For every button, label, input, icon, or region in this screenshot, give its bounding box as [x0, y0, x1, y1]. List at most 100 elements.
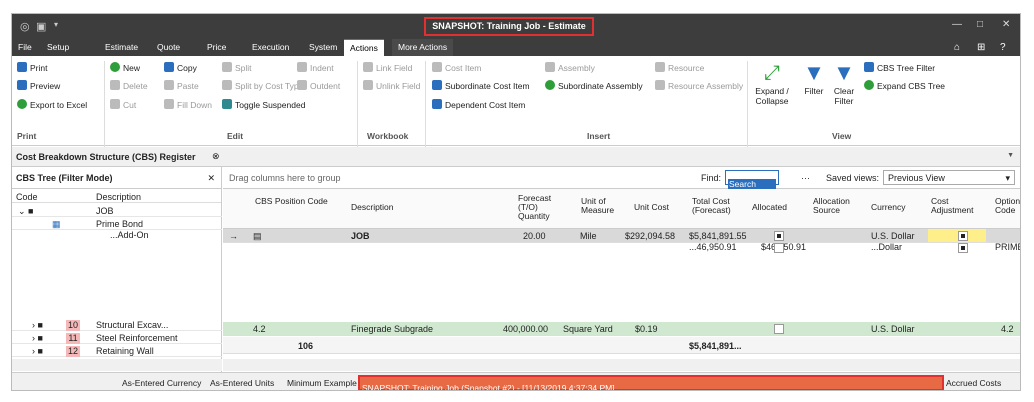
unlink-field-button[interactable]: Unlink Field [363, 80, 420, 91]
cost-adjustment-checkbox[interactable] [958, 243, 968, 253]
cell-description[interactable]: Finegrade Subgrade [351, 324, 433, 334]
tree-row[interactable]: ▦ Prime Bond [12, 217, 222, 230]
layout-icon[interactable]: ⊞ [977, 42, 985, 53]
expand-icon[interactable]: ⌄ ■ [18, 206, 33, 217]
col-unit-of-measure[interactable]: Unit of Measure [581, 197, 621, 215]
new-button[interactable]: New [110, 62, 140, 73]
col-allocated[interactable]: Allocated [752, 203, 787, 212]
filter-button[interactable]: ▼ Filter [800, 60, 828, 96]
print-button[interactable]: Print [17, 62, 47, 73]
maximize-button[interactable]: □ [977, 19, 983, 30]
expand-collapse-button[interactable]: ⤢ Expand / Collapse [750, 60, 794, 106]
col-forecast-qty[interactable]: Forecast (T/O) Quantity [518, 194, 558, 221]
status-example[interactable]: Minimum Example [287, 378, 357, 388]
menu-more-actions[interactable]: More Actions [392, 39, 454, 56]
search-options-icon[interactable]: ··· [801, 173, 810, 183]
tree-row[interactable]: › ■ 11 Steel Reinforcement [12, 331, 222, 344]
close-tab-icon[interactable]: ⊗ [212, 151, 220, 162]
cell-currency[interactable]: ...Dollar [871, 242, 902, 252]
cell-description[interactable]: JOB [351, 231, 370, 241]
paste-button[interactable]: Paste [164, 80, 199, 91]
col-optional-code[interactable]: Optional Code [995, 197, 1020, 215]
cell-optional-code[interactable]: 4.2 [1001, 324, 1014, 334]
cell-quantity[interactable]: 400,000.00 [503, 324, 548, 334]
cut-button[interactable]: Cut [110, 99, 136, 110]
expand-icon[interactable]: › ■ [32, 320, 43, 330]
cell-currency[interactable]: U.S. Dollar [871, 231, 915, 241]
tree-row[interactable]: › ■ 12 Retaining Wall [12, 344, 222, 357]
saved-views-select[interactable]: Previous View ▾ [883, 170, 1015, 185]
tree-hscrollbar[interactable] [12, 359, 222, 371]
grid-hscrollbar[interactable] [223, 359, 1020, 371]
search-input[interactable]: Search For... [725, 170, 779, 199]
expand-cbs-tree-button[interactable]: Expand CBS Tree [864, 80, 945, 91]
subordinate-assembly-button[interactable]: Subordinate Assembly [545, 80, 643, 91]
cell-uom[interactable]: Square Yard [563, 324, 613, 334]
save-icon[interactable]: ▣ [36, 20, 46, 33]
allocated-checkbox[interactable] [774, 243, 784, 253]
col-cost-adjustment[interactable]: Cost Adjustment [931, 197, 976, 215]
cost-item-button[interactable]: Cost Item [432, 62, 481, 73]
col-allocation-source[interactable]: Allocation Source [813, 197, 858, 215]
expand-icon[interactable]: › ■ [32, 333, 43, 343]
cell-uom[interactable]: Mile [580, 231, 597, 241]
resource-assembly-button[interactable]: Resource Assembly [655, 80, 743, 91]
cell-optional-code[interactable]: PRIME [995, 242, 1020, 252]
col-unit-cost[interactable]: Unit Cost [634, 203, 669, 212]
table-row[interactable]: 4.2 Finegrade Subgrade 400,000.00 Square… [223, 322, 1020, 336]
col-currency[interactable]: Currency [871, 203, 905, 212]
help-icon[interactable]: ? [1000, 42, 1006, 53]
cell-unit-cost[interactable]: ...46,950.91 [689, 242, 737, 252]
delete-button[interactable]: Delete [110, 80, 148, 91]
cell-quantity[interactable]: 20.00 [523, 231, 546, 241]
close-tree-icon[interactable]: ✕ [207, 173, 215, 184]
tree-col-code[interactable]: Code [16, 192, 38, 202]
preview-button[interactable]: Preview [17, 80, 60, 91]
status-accrued[interactable]: Accrued Costs OFF [946, 378, 1020, 390]
menu-actions[interactable]: Actions [344, 39, 384, 56]
tree-row[interactable]: ⌄ ■ JOB [12, 204, 222, 217]
fill-down-button[interactable]: Fill Down [164, 99, 212, 110]
close-button[interactable]: ✕ [1002, 19, 1010, 30]
cell-total-cost[interactable]: $5,841,891.55 [689, 231, 747, 241]
col-cbs-position[interactable]: CBS Position Code [255, 197, 328, 206]
col-description[interactable]: Description [351, 203, 394, 212]
allocated-checkbox[interactable] [774, 324, 784, 334]
minimize-button[interactable]: — [952, 19, 962, 30]
bank-icon[interactable]: ⌂ [954, 42, 960, 53]
dependent-cost-item-button[interactable]: Dependent Cost Item [432, 99, 525, 110]
tree-row[interactable]: › ■ 10 Structural Excav... [12, 318, 222, 331]
link-field-button[interactable]: Link Field [363, 62, 412, 73]
outdent-button[interactable]: Outdent [297, 80, 340, 91]
status-currency[interactable]: As-Entered Currency [122, 378, 201, 388]
indent-button[interactable]: Indent [297, 62, 334, 73]
status-units[interactable]: As-Entered Units [210, 378, 274, 388]
col-total-cost[interactable]: Total Cost (Forecast) [692, 197, 737, 215]
copy-button[interactable]: Copy [164, 62, 197, 73]
resource-button[interactable]: Resource [655, 62, 704, 73]
export-excel-button[interactable]: Export to Excel [17, 99, 87, 110]
cost-adjustment-checkbox[interactable] [958, 231, 968, 241]
quick-access-dropdown-icon[interactable]: ▾ [54, 20, 58, 29]
menu-price[interactable]: Price [207, 42, 226, 52]
cell-currency[interactable]: U.S. Dollar [871, 324, 915, 334]
cell-cbs-code[interactable]: 4.2 [253, 324, 266, 334]
table-row[interactable]: ...46,950.91 $46,950.91 ...Dollar PRIME [223, 242, 1020, 253]
tree-col-description[interactable]: Description [96, 192, 141, 202]
menu-estimate[interactable]: Estimate [105, 42, 138, 52]
subordinate-cost-item-button[interactable]: Subordinate Cost Item [432, 80, 530, 91]
cost-adjustment-cell[interactable] [928, 229, 986, 242]
split-cost-type-button[interactable]: Split by Cost Type [222, 80, 303, 91]
cell-unit-cost[interactable]: $292,094.58 [625, 231, 675, 241]
clear-filter-button[interactable]: ▼ Clear Filter [830, 60, 858, 106]
tab-cbs-register[interactable]: Cost Breakdown Structure (CBS) Register [16, 152, 196, 162]
allocated-checkbox[interactable] [774, 231, 784, 241]
menu-system[interactable]: System [309, 42, 337, 52]
cell-unit-cost[interactable]: $0.19 [635, 324, 658, 334]
tab-dropdown-icon[interactable]: ▼ [1007, 152, 1014, 159]
menu-quote[interactable]: Quote [157, 42, 180, 52]
menu-setup[interactable]: Setup [47, 42, 69, 52]
table-row[interactable]: → ▤ JOB 20.00 Mile $292,094.58 $5,841,89… [223, 229, 1020, 243]
tree-row[interactable]: ...Add-On [12, 230, 222, 240]
expand-icon[interactable]: › ■ [32, 346, 43, 356]
